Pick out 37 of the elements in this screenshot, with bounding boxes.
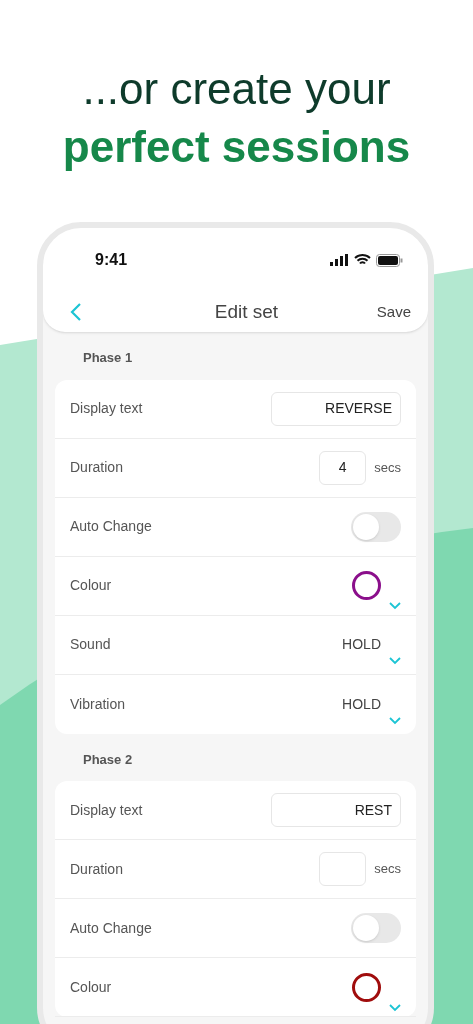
row-label: Colour	[70, 977, 112, 997]
row-label: Display text	[70, 399, 143, 418]
row-label: Auto Change	[70, 918, 152, 938]
toggle-switch[interactable]	[351, 913, 401, 943]
text-field[interactable]: REST	[271, 793, 401, 827]
colour-swatch[interactable]	[352, 972, 381, 1002]
status-time: 9:41	[95, 250, 128, 270]
save-button[interactable]: Save	[376, 301, 411, 324]
headline: perfect sessions	[62, 121, 411, 173]
select-value[interactable]: HOLD	[342, 634, 381, 655]
chevron-down-icon	[389, 1003, 401, 1012]
chevron-down-icon	[389, 716, 401, 725]
row-label: Colour	[70, 576, 112, 595]
row-label: Auto Change	[70, 517, 152, 536]
select-value[interactable]: HOLD	[342, 693, 381, 715]
toggle-switch[interactable]	[351, 511, 401, 542]
number-field[interactable]: 4	[319, 450, 367, 485]
headline: ...or create your	[82, 63, 391, 115]
signal-icon	[330, 254, 349, 266]
row-label: Sound	[70, 635, 111, 654]
chevron-down-icon	[389, 657, 401, 665]
back-icon	[70, 303, 82, 322]
screen-title: Edit set	[214, 300, 279, 324]
section-title: Phase 1	[82, 349, 134, 367]
colour-swatch[interactable]	[352, 571, 381, 600]
unit-label: secs	[374, 860, 401, 879]
text-field[interactable]: REVERSE	[271, 391, 401, 426]
wifi-icon	[354, 254, 371, 266]
row-label: Display text	[70, 800, 143, 820]
section-title: Phase 2	[82, 750, 134, 769]
row-label: Duration	[70, 859, 123, 879]
number-field[interactable]	[319, 852, 367, 886]
row-label: Duration	[70, 458, 123, 477]
unit-label: secs	[374, 458, 401, 477]
row-label: Vibration	[70, 694, 125, 714]
battery-icon	[376, 253, 403, 267]
chevron-down-icon	[389, 602, 401, 610]
